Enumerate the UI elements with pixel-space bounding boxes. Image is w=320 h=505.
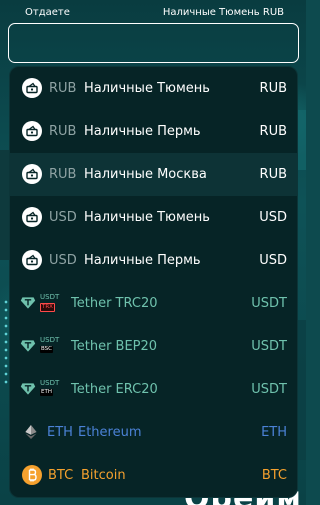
option-name: Tether BEP20 — [71, 339, 158, 354]
usdt-network-badge: USDT ETH — [40, 379, 66, 401]
dropdown-option-rub-moscow[interactable]: RUB Наличные Москва RUB — [10, 153, 297, 196]
option-name: Tether TRC20 — [71, 296, 158, 311]
usdt-network-badge: USDT TRX — [40, 293, 66, 315]
currency-select-input[interactable] — [8, 23, 299, 63]
tether-icon — [20, 383, 36, 395]
option-code: USDT — [40, 293, 60, 301]
option-name: Наличные Тюмень — [84, 81, 210, 96]
option-name: Tether ERC20 — [71, 382, 158, 397]
option-currency: USDT — [251, 339, 287, 354]
option-name: Ethereum — [78, 425, 142, 440]
dropdown-option-rub-tyumen[interactable]: RUB Наличные Тюмень RUB — [10, 67, 297, 110]
ethereum-icon — [25, 425, 37, 439]
network-badge: ETH — [40, 389, 53, 396]
dropdown-option-usdt-bep20[interactable]: USDT BSC Tether BEP20 USDT — [10, 325, 297, 368]
option-name: Наличные Пермь — [84, 124, 201, 139]
selected-currency-label: Наличные Тюмень RUB — [162, 7, 284, 18]
network-badge: TRX — [40, 303, 55, 312]
option-code: BTC — [48, 468, 74, 483]
currency-dropdown: RUB Наличные Тюмень RUB RUB Наличные Пер… — [9, 66, 298, 498]
option-code: USDT — [40, 336, 60, 344]
network-badge: BSC — [40, 346, 54, 353]
cash-icon — [22, 164, 42, 184]
option-code: RUB — [49, 167, 77, 182]
option-currency: RUB — [259, 124, 287, 139]
cash-icon — [22, 78, 42, 98]
option-name: Наличные Тюмень — [84, 210, 210, 225]
option-name: Наличные Москва — [84, 167, 207, 182]
dropdown-option-bitcoin[interactable]: BTC Bitcoin BTC — [10, 454, 297, 497]
option-currency: USDT — [251, 296, 287, 311]
option-currency: RUB — [259, 167, 287, 182]
option-code: RUB — [49, 81, 77, 96]
dropdown-option-usd-perm[interactable]: USD Наличные Пермь USD — [10, 239, 297, 282]
option-currency: USDT — [251, 382, 287, 397]
dropdown-option-usdt-erc20[interactable]: USDT ETH Tether ERC20 USDT — [10, 368, 297, 411]
bitcoin-icon — [22, 465, 42, 485]
option-currency: USD — [259, 253, 287, 268]
option-code: USD — [49, 253, 77, 268]
decorative-dots — [4, 298, 8, 388]
dropdown-option-usdt-trc20[interactable]: USDT TRX Tether TRC20 USDT — [10, 282, 297, 325]
cash-icon — [22, 250, 42, 270]
dropdown-option-usd-tyumen[interactable]: USD Наличные Тюмень USD — [10, 196, 297, 239]
exchange-header: Отдаете Наличные Тюмень RUB — [0, 0, 306, 24]
option-name: Bitcoin — [81, 468, 126, 483]
option-code: USDT — [40, 379, 60, 387]
option-currency: ETH — [261, 425, 287, 440]
option-name: Наличные Пермь — [84, 253, 201, 268]
option-currency: BTC — [261, 468, 287, 483]
cash-icon — [22, 207, 42, 227]
option-currency: USD — [259, 210, 287, 225]
option-currency: RUB — [259, 81, 287, 96]
usdt-network-badge: USDT BSC — [40, 336, 66, 358]
dropdown-option-rub-perm[interactable]: RUB Наличные Пермь RUB — [10, 110, 297, 153]
cash-icon — [22, 121, 42, 141]
tether-icon — [20, 297, 36, 309]
tether-icon — [20, 340, 36, 352]
option-code: USD — [49, 210, 77, 225]
dropdown-option-ethereum[interactable]: ETH Ethereum ETH — [10, 411, 297, 454]
option-code: RUB — [49, 124, 77, 139]
give-label: Отдаете — [25, 7, 70, 18]
option-code: ETH — [47, 425, 73, 440]
